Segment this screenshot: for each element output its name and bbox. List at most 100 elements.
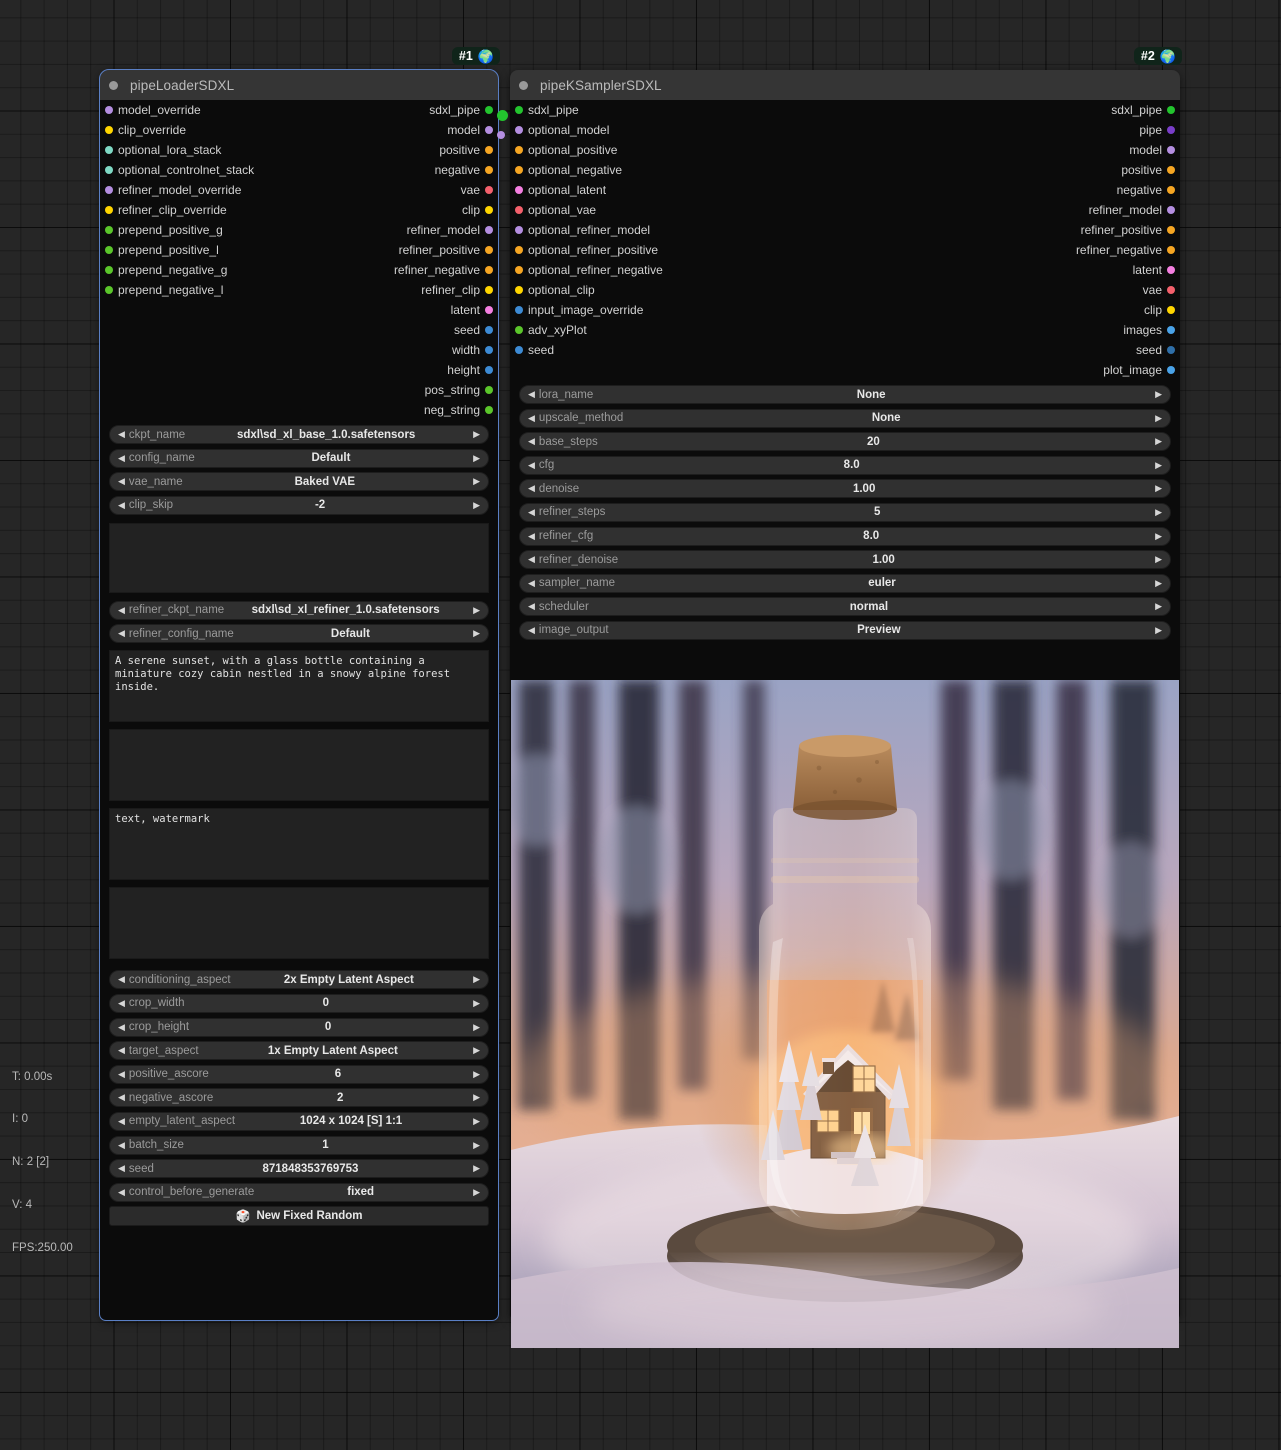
chevron-right-icon[interactable]: ▶ (469, 1164, 484, 1173)
output-slot-dot[interactable] (485, 246, 493, 254)
chevron-right-icon[interactable]: ▶ (469, 975, 484, 984)
input-slot-dot[interactable] (105, 246, 113, 254)
input-slot-dot[interactable] (105, 186, 113, 194)
output-slot-dot[interactable] (485, 106, 493, 114)
negative-style-textarea[interactable] (109, 887, 489, 960)
output-slot-dot[interactable] (485, 206, 493, 214)
generated-image-preview[interactable] (511, 680, 1179, 1348)
chevron-right-icon[interactable]: ▶ (469, 1022, 484, 1032)
input-slot-dot[interactable] (515, 146, 523, 154)
link-dot-sdxl-pipe[interactable] (497, 110, 508, 121)
input-slot-dot[interactable] (105, 126, 113, 134)
output-slot-dot[interactable] (485, 186, 493, 194)
chevron-right-icon[interactable]: ▶ (469, 453, 484, 463)
output-slot-dot[interactable] (1167, 286, 1175, 294)
input-slot-dot[interactable] (515, 206, 523, 214)
lora-stack-textarea[interactable] (109, 522, 489, 593)
chevron-right-icon[interactable]: ▶ (469, 1046, 484, 1055)
widget-config_name[interactable]: ◀ config_name Default ▶ (109, 448, 489, 468)
collapse-icon[interactable] (519, 80, 528, 90)
chevron-right-icon[interactable]: ▶ (469, 629, 484, 638)
output-slot-dot[interactable] (1167, 346, 1175, 354)
widget-refiner_cfg[interactable]: ◀ refiner_cfg 8.0 ▶ (519, 526, 1171, 546)
output-slot-dot[interactable] (485, 326, 493, 334)
output-slot-dot[interactable] (1167, 146, 1175, 154)
chevron-left-icon[interactable]: ◀ (524, 531, 539, 541)
output-slot-dot[interactable] (1167, 206, 1175, 214)
node-pipeksamplersdxl[interactable]: #2 🌍 pipeKSamplerSDXL sdxl_pipe sdxl_pipe… (510, 47, 1182, 1348)
chevron-left-icon[interactable]: ◀ (114, 1022, 129, 1032)
chevron-right-icon[interactable]: ▶ (1151, 625, 1166, 635)
chevron-left-icon[interactable]: ◀ (114, 1164, 129, 1173)
widget-empty_latent_aspect[interactable]: ◀ empty_latent_aspect 1024 x 1024 [S] 1:1 ▶ (109, 1111, 489, 1131)
output-slot-dot[interactable] (1167, 166, 1175, 174)
chevron-left-icon[interactable]: ◀ (524, 437, 539, 446)
widget-image_output[interactable]: ◀ image_output Preview ▶ (519, 620, 1171, 640)
output-slot-dot[interactable] (485, 266, 493, 274)
output-slot-dot[interactable] (485, 146, 493, 154)
chevron-left-icon[interactable]: ◀ (524, 625, 539, 635)
chevron-left-icon[interactable]: ◀ (524, 484, 539, 493)
output-slot-dot[interactable] (485, 306, 493, 314)
input-slot-dot[interactable] (515, 286, 523, 294)
chevron-left-icon[interactable]: ◀ (114, 430, 129, 439)
output-slot-dot[interactable] (1167, 226, 1175, 234)
widget-ckpt_name[interactable]: ◀ ckpt_name sdxl\sd_xl_base_1.0.safetensor… (109, 425, 489, 444)
input-slot-dot[interactable] (515, 306, 523, 314)
input-slot-dot[interactable] (515, 326, 523, 334)
positive-style-textarea[interactable] (109, 729, 489, 802)
input-slot-dot[interactable] (515, 226, 523, 234)
chevron-left-icon[interactable]: ◀ (524, 413, 539, 423)
input-slot-dot[interactable] (515, 166, 523, 174)
output-slot-dot[interactable] (485, 166, 493, 174)
widget-lora_name[interactable]: ◀ lora_name None ▶ (519, 385, 1171, 404)
chevron-right-icon[interactable]: ▶ (1151, 484, 1166, 493)
widget-sampler_name[interactable]: ◀ sampler_name euler ▶ (519, 573, 1171, 593)
chevron-left-icon[interactable]: ◀ (524, 555, 539, 564)
widget-refiner_config_name[interactable]: ◀ refiner_config_name Default ▶ (109, 624, 489, 644)
chevron-left-icon[interactable]: ◀ (114, 500, 129, 510)
chevron-right-icon[interactable]: ▶ (1151, 390, 1166, 399)
widget-refiner_ckpt_name[interactable]: ◀ refiner_ckpt_name sdxl\sd_xl_refiner_1.0… (109, 600, 489, 620)
input-slot-dot[interactable] (105, 226, 113, 234)
widget-upscale_method[interactable]: ◀ upscale_method None ▶ (519, 408, 1171, 428)
chevron-right-icon[interactable]: ▶ (1151, 578, 1166, 588)
output-slot-dot[interactable] (1167, 366, 1175, 374)
widget-clip_skip[interactable]: ◀ clip_skip -2 ▶ (109, 495, 489, 515)
input-slot-dot[interactable] (515, 186, 523, 194)
chevron-right-icon[interactable]: ▶ (1151, 460, 1166, 470)
chevron-left-icon[interactable]: ◀ (114, 1140, 129, 1150)
chevron-right-icon[interactable]: ▶ (469, 500, 484, 510)
chevron-left-icon[interactable]: ◀ (524, 507, 539, 517)
chevron-left-icon[interactable]: ◀ (114, 998, 129, 1008)
input-slot-dot[interactable] (515, 106, 523, 114)
input-slot-dot[interactable] (515, 266, 523, 274)
chevron-right-icon[interactable]: ▶ (1151, 413, 1166, 423)
input-slot-dot[interactable] (515, 246, 523, 254)
chevron-right-icon[interactable]: ▶ (469, 605, 484, 615)
widget-conditioning_aspect[interactable]: ◀ conditioning_aspect 2x Empty Latent Aspe… (109, 970, 489, 990)
widget-batch_size[interactable]: ◀ batch_size 1 ▶ (109, 1135, 489, 1155)
input-slot-dot[interactable] (105, 146, 113, 154)
positive-prompt-textarea[interactable]: A serene sunset, with a glass bottle con… (109, 650, 489, 723)
graph-canvas[interactable]: T: 0.00s I: 0 N: 2 [2] V: 4 FPS:250.00 #… (0, 0, 1281, 1450)
chevron-left-icon[interactable]: ◀ (114, 629, 129, 638)
chevron-left-icon[interactable]: ◀ (114, 453, 129, 463)
chevron-left-icon[interactable]: ◀ (114, 975, 129, 984)
output-slot-dot[interactable] (485, 406, 493, 414)
chevron-right-icon[interactable]: ▶ (469, 430, 484, 439)
chevron-left-icon[interactable]: ◀ (114, 1093, 129, 1102)
chevron-right-icon[interactable]: ▶ (1151, 602, 1166, 611)
input-slot-dot[interactable] (105, 266, 113, 274)
input-slot-dot[interactable] (105, 106, 113, 114)
input-slot-dot[interactable] (515, 126, 523, 134)
widget-negative_ascore[interactable]: ◀ negative_ascore 2 ▶ (109, 1088, 489, 1108)
chevron-right-icon[interactable]: ▶ (469, 477, 484, 486)
widget-refiner_steps[interactable]: ◀ refiner_steps 5 ▶ (519, 502, 1171, 522)
chevron-right-icon[interactable]: ▶ (469, 1116, 484, 1126)
output-slot-dot[interactable] (485, 286, 493, 294)
chevron-left-icon[interactable]: ◀ (524, 602, 539, 611)
chevron-left-icon[interactable]: ◀ (114, 1069, 129, 1079)
chevron-left-icon[interactable]: ◀ (114, 1187, 129, 1197)
output-slot-dot[interactable] (485, 346, 493, 354)
